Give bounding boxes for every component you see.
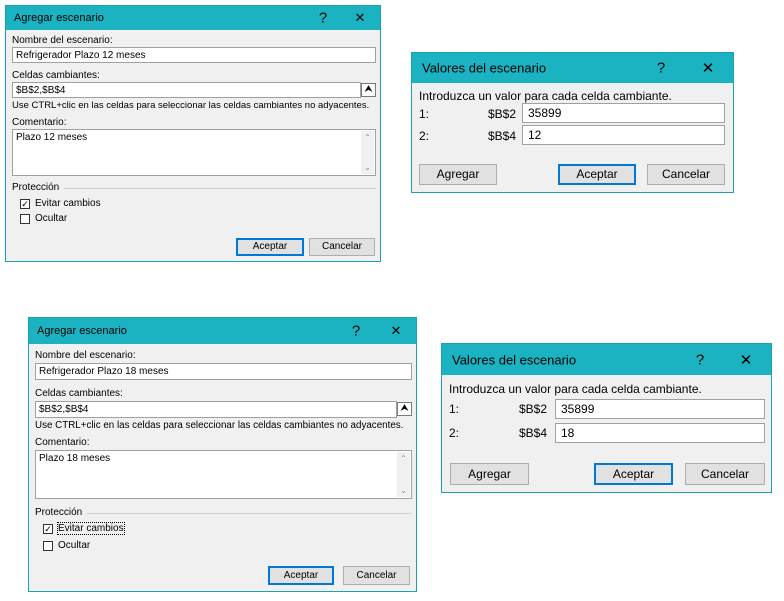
help-icon[interactable]: ? <box>350 323 362 340</box>
close-icon[interactable]: ✕ <box>739 351 753 369</box>
scroll-up-icon[interactable]: ⌃ <box>361 133 374 142</box>
dialog-title: Agregar escenario <box>37 325 127 337</box>
cell-value-input[interactable]: 35899 <box>555 399 765 419</box>
changing-cells-label: Celdas cambiantes: <box>35 388 123 399</box>
dialog-title: Agregar escenario <box>14 12 104 24</box>
close-icon[interactable]: ✕ <box>353 10 367 26</box>
cell-ref: $B$2 <box>488 107 517 121</box>
scroll-down-icon[interactable]: ⌄ <box>361 163 374 172</box>
row-index: 1: <box>419 107 430 121</box>
hint-text: Use CTRL+clic en las celdas para selecci… <box>12 100 370 111</box>
close-icon[interactable]: ✕ <box>389 323 403 339</box>
help-icon[interactable]: ? <box>317 10 329 27</box>
comment-textarea[interactable]: Plazo 12 meses ⌃ ⌄ <box>12 129 376 176</box>
scenario-values-dialog-2: Valores del escenario ? ✕ Introduzca un … <box>441 343 772 493</box>
hint-text: Use CTRL+clic en las celdas para selecci… <box>35 420 404 431</box>
cancel-button[interactable]: Cancelar <box>343 566 410 585</box>
protection-divider <box>64 188 376 189</box>
title-bar[interactable]: Agregar escenario ? ✕ <box>6 6 380 30</box>
hide-checkbox[interactable] <box>43 541 53 551</box>
scenario-name-input[interactable]: Refrigerador Plazo 18 meses <box>35 363 412 380</box>
scenario-name-label: Nombre del escenario: <box>12 35 113 46</box>
title-bar[interactable]: Valores del escenario ? ✕ <box>442 344 771 375</box>
changing-cells-input[interactable]: $B$2,$B$4 <box>12 82 361 98</box>
add-scenario-dialog-1: Agregar escenario ? ✕ Nombre del escenar… <box>5 5 381 262</box>
scroll-down-icon[interactable]: ⌄ <box>397 486 410 495</box>
cancel-button[interactable]: Cancelar <box>685 463 765 485</box>
scenario-values-dialog-1: Valores del escenario ? ✕ Introduzca un … <box>411 52 734 193</box>
cell-ref: $B$4 <box>519 426 548 440</box>
cell-value-input[interactable]: 12 <box>522 125 725 145</box>
hide-label[interactable]: Ocultar <box>35 213 67 224</box>
row-index: 2: <box>449 426 460 440</box>
changing-cells-label: Celdas cambiantes: <box>12 70 100 81</box>
help-icon[interactable]: ? <box>694 351 706 368</box>
prevent-changes-checkbox[interactable]: ✓ <box>20 199 30 209</box>
cancel-button[interactable]: Cancelar <box>647 164 725 185</box>
dialog-title: Valores del escenario <box>422 60 547 76</box>
row-index: 1: <box>449 402 460 416</box>
title-bar[interactable]: Valores del escenario ? ✕ <box>412 53 733 83</box>
prompt-text: Introduzca un valor para cada celda camb… <box>419 89 672 103</box>
prevent-changes-label[interactable]: Evitar cambios <box>57 522 125 535</box>
ok-button[interactable]: Aceptar <box>558 164 636 185</box>
comment-scrollbar[interactable]: ⌃ ⌄ <box>397 452 410 497</box>
protection-divider <box>87 513 412 514</box>
ok-button[interactable]: Aceptar <box>268 566 334 585</box>
cell-ref: $B$4 <box>488 129 517 143</box>
help-icon[interactable]: ? <box>655 60 667 77</box>
changing-cells-input[interactable]: $B$2,$B$4 <box>35 401 397 418</box>
row-index: 2: <box>419 129 430 143</box>
comment-label: Comentario: <box>35 437 90 448</box>
cell-value-input[interactable]: 18 <box>555 423 765 443</box>
hide-checkbox[interactable] <box>20 214 30 224</box>
add-button[interactable]: Agregar <box>450 463 529 485</box>
comment-text: Plazo 18 meses <box>39 453 111 464</box>
protection-group-label: Protección <box>35 507 83 518</box>
comment-scrollbar[interactable]: ⌃ ⌄ <box>361 131 374 174</box>
ok-button[interactable]: Aceptar <box>236 238 304 256</box>
title-bar[interactable]: Agregar escenario ? ✕ <box>29 318 416 344</box>
cell-ref: $B$2 <box>519 402 548 416</box>
ok-button[interactable]: Aceptar <box>594 463 673 485</box>
comment-label: Comentario: <box>12 117 67 128</box>
scenario-name-input[interactable]: Refrigerador Plazo 12 meses <box>12 47 376 63</box>
comment-textarea[interactable]: Plazo 18 meses ⌃ ⌄ <box>35 450 412 499</box>
range-select-icon[interactable]: ⮝ <box>361 83 376 97</box>
scroll-up-icon[interactable]: ⌃ <box>397 454 410 463</box>
cancel-button[interactable]: Cancelar <box>309 238 375 256</box>
prompt-text: Introduzca un valor para cada celda camb… <box>449 382 702 396</box>
close-icon[interactable]: ✕ <box>701 59 715 77</box>
hide-label[interactable]: Ocultar <box>58 540 90 551</box>
prevent-changes-label[interactable]: Evitar cambios <box>35 198 101 209</box>
add-scenario-dialog-2: Agregar escenario ? ✕ Nombre del escenar… <box>28 317 417 592</box>
cell-value-input[interactable]: 35899 <box>522 103 725 123</box>
scenario-name-label: Nombre del escenario: <box>35 350 136 361</box>
prevent-changes-checkbox[interactable]: ✓ <box>43 524 53 534</box>
protection-group-label: Protección <box>12 182 60 193</box>
range-select-icon[interactable]: ⮝ <box>397 402 412 416</box>
add-button[interactable]: Agregar <box>419 164 497 185</box>
comment-text: Plazo 12 meses <box>16 132 88 143</box>
dialog-title: Valores del escenario <box>452 352 577 367</box>
